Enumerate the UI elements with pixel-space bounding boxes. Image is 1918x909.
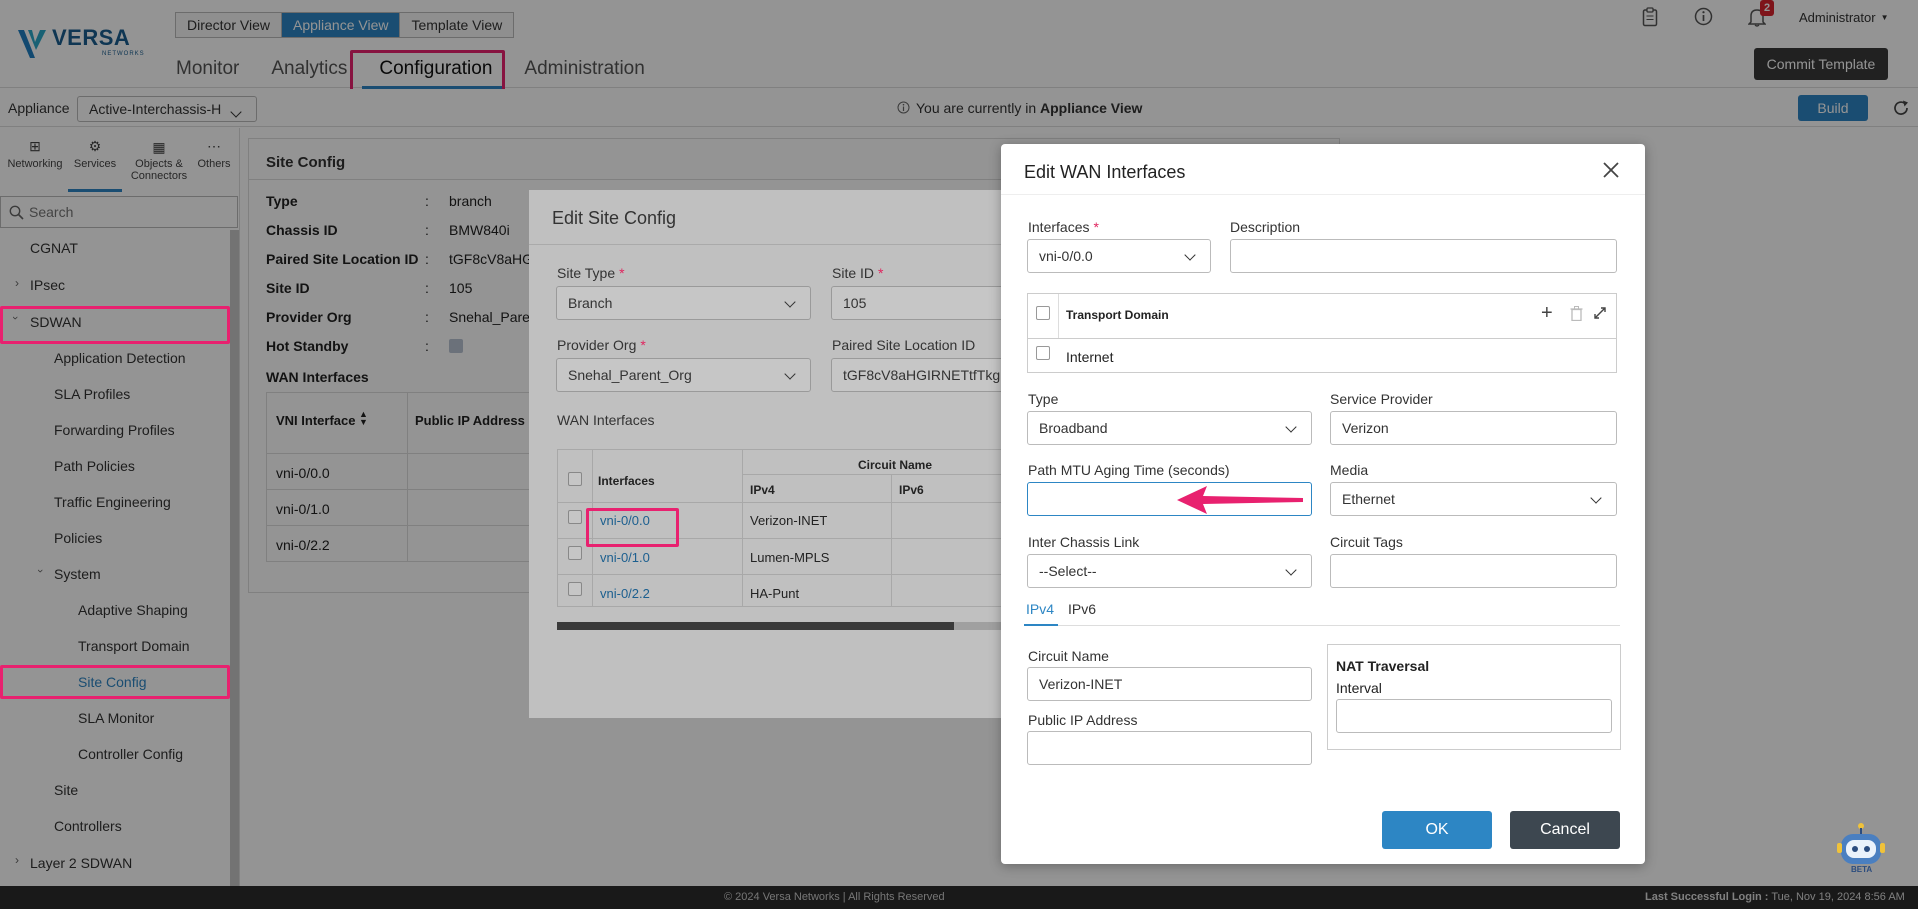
paired-site-value: tGF8cV8aHGIRNETtfTkg xyxy=(843,367,1001,383)
ok-button[interactable]: OK xyxy=(1382,811,1492,849)
site-id-value: 105 xyxy=(843,295,867,311)
required-mark: * xyxy=(619,265,625,281)
paired-site-label: Paired Site Location ID xyxy=(832,337,976,353)
expand-icon[interactable] xyxy=(1593,306,1607,320)
assistant-bot-button[interactable]: BETA xyxy=(1834,820,1888,878)
col-divider xyxy=(891,475,892,606)
media-select[interactable]: Ethernet xyxy=(1330,482,1617,516)
site-id-label-text: Site ID xyxy=(832,265,875,281)
circuit-tags-input[interactable] xyxy=(1330,554,1617,588)
service-provider-value: Verizon xyxy=(1342,420,1389,436)
transport-domain-table: Transport Domain + Internet xyxy=(1027,293,1617,373)
type-label: Type xyxy=(1028,391,1059,407)
title-divider xyxy=(1001,194,1645,195)
horizontal-scrollbar[interactable] xyxy=(557,622,1037,630)
td-select-all-checkbox[interactable] xyxy=(1036,306,1050,320)
row-circuit: Verizon-INET xyxy=(750,513,828,528)
type-select[interactable]: Broadband xyxy=(1027,411,1312,445)
media-value: Ethernet xyxy=(1342,491,1395,507)
row-interface-link[interactable]: vni-0/2.2 xyxy=(600,586,650,601)
tab-active-underline xyxy=(1024,624,1058,626)
row-checkbox[interactable] xyxy=(568,546,582,560)
site-type-select[interactable]: Branch xyxy=(556,286,811,320)
public-ip-label: Public IP Address xyxy=(1028,712,1138,728)
row-checkbox[interactable] xyxy=(568,510,582,524)
td-row-checkbox[interactable] xyxy=(1036,346,1050,360)
td-header-divider xyxy=(1028,338,1616,339)
row-circuit: HA-Punt xyxy=(750,586,800,601)
row-checkbox[interactable] xyxy=(568,582,582,596)
tab-ipv6[interactable]: IPv6 xyxy=(1068,601,1096,617)
col-interfaces[interactable]: Interfaces xyxy=(598,474,655,488)
row-divider xyxy=(558,574,1038,575)
interfaces-label: Interfaces * xyxy=(1028,219,1099,235)
site-id-input[interactable]: 105 xyxy=(831,286,1011,320)
circuit-name-value: Verizon-INET xyxy=(1039,676,1123,692)
icl-value: --Select-- xyxy=(1039,563,1097,579)
interfaces-label-text: Interfaces xyxy=(1028,219,1090,235)
icl-select[interactable]: --Select-- xyxy=(1027,554,1312,588)
circuit-name-input[interactable]: Verizon-INET xyxy=(1027,667,1312,701)
td-row-internet: Internet xyxy=(1066,349,1114,365)
edit-site-config-title: Edit Site Config xyxy=(552,208,677,228)
mtu-label: Path MTU Aging Time (seconds) xyxy=(1028,462,1230,478)
required-mark: * xyxy=(1093,219,1099,235)
beta-badge: BETA xyxy=(1851,865,1873,874)
cancel-button[interactable]: Cancel xyxy=(1510,811,1620,849)
nat-interval-label: Interval xyxy=(1336,680,1382,696)
edit-wan-modal: Edit WAN Interfaces Interfaces * vni-0/0.… xyxy=(1001,144,1645,864)
description-input[interactable] xyxy=(1230,239,1617,273)
edit-wan-title: WAN Interfaces xyxy=(557,412,655,428)
col-ipv6[interactable]: IPv6 xyxy=(899,483,924,497)
col-circuit-name[interactable]: Circuit Name xyxy=(858,458,932,472)
site-config-highlight xyxy=(0,665,230,699)
vni-highlight xyxy=(586,508,679,547)
nat-traversal-box: NAT Traversal Interval xyxy=(1327,644,1621,750)
service-provider-label: Service Provider xyxy=(1330,391,1433,407)
required-mark: * xyxy=(878,265,884,281)
site-type-label-text: Site Type xyxy=(557,265,616,281)
interfaces-value: vni-0/0.0 xyxy=(1039,248,1093,264)
site-id-label: Site ID * xyxy=(832,265,883,281)
tabs-divider xyxy=(1024,625,1620,626)
select-all-checkbox[interactable] xyxy=(568,472,582,486)
description-label: Description xyxy=(1230,219,1301,235)
nat-traversal-title: NAT Traversal xyxy=(1336,658,1430,674)
site-type-label: Site Type * xyxy=(557,265,625,281)
td-header: Transport Domain xyxy=(1066,308,1169,322)
provider-org-select[interactable]: Snehal_Parent_Org xyxy=(556,358,811,392)
nat-interval-input[interactable] xyxy=(1336,699,1612,733)
circuit-subheader-divider xyxy=(742,474,1038,475)
circuit-tags-label: Circuit Tags xyxy=(1330,534,1403,550)
pink-arrow-icon xyxy=(1177,486,1303,514)
icl-label: Inter Chassis Link xyxy=(1028,534,1140,550)
row-interface-link[interactable]: vni-0/1.0 xyxy=(600,550,650,565)
provider-org-label-text: Provider Org xyxy=(557,337,637,353)
site-type-value: Branch xyxy=(568,295,613,311)
type-value: Broadband xyxy=(1039,420,1108,436)
col-ipv4[interactable]: IPv4 xyxy=(750,483,775,497)
service-provider-input[interactable]: Verizon xyxy=(1330,411,1617,445)
provider-org-value: Snehal_Parent_Org xyxy=(568,367,692,383)
add-icon[interactable]: + xyxy=(1541,303,1553,323)
public-ip-input[interactable] xyxy=(1027,731,1312,765)
sdwan-highlight xyxy=(0,306,230,344)
table-header-divider xyxy=(558,502,1038,503)
scrollbar-thumb[interactable] xyxy=(557,622,954,630)
row-circuit: Lumen-MPLS xyxy=(750,550,830,565)
required-mark: * xyxy=(640,337,646,353)
interfaces-select[interactable]: vni-0/0.0 xyxy=(1027,239,1211,273)
tab-ipv4[interactable]: IPv4 xyxy=(1026,601,1054,617)
provider-org-label: Provider Org * xyxy=(557,337,646,353)
paired-site-input[interactable]: tGF8cV8aHGIRNETtfTkg xyxy=(831,358,1011,392)
media-label: Media xyxy=(1330,462,1369,478)
circuit-name-label: Circuit Name xyxy=(1028,648,1109,664)
trash-icon[interactable] xyxy=(1570,306,1583,321)
col-divider xyxy=(1058,294,1059,338)
edit-wan-modal-title: Edit WAN Interfaces xyxy=(1024,162,1186,182)
close-icon[interactable] xyxy=(1602,161,1620,179)
